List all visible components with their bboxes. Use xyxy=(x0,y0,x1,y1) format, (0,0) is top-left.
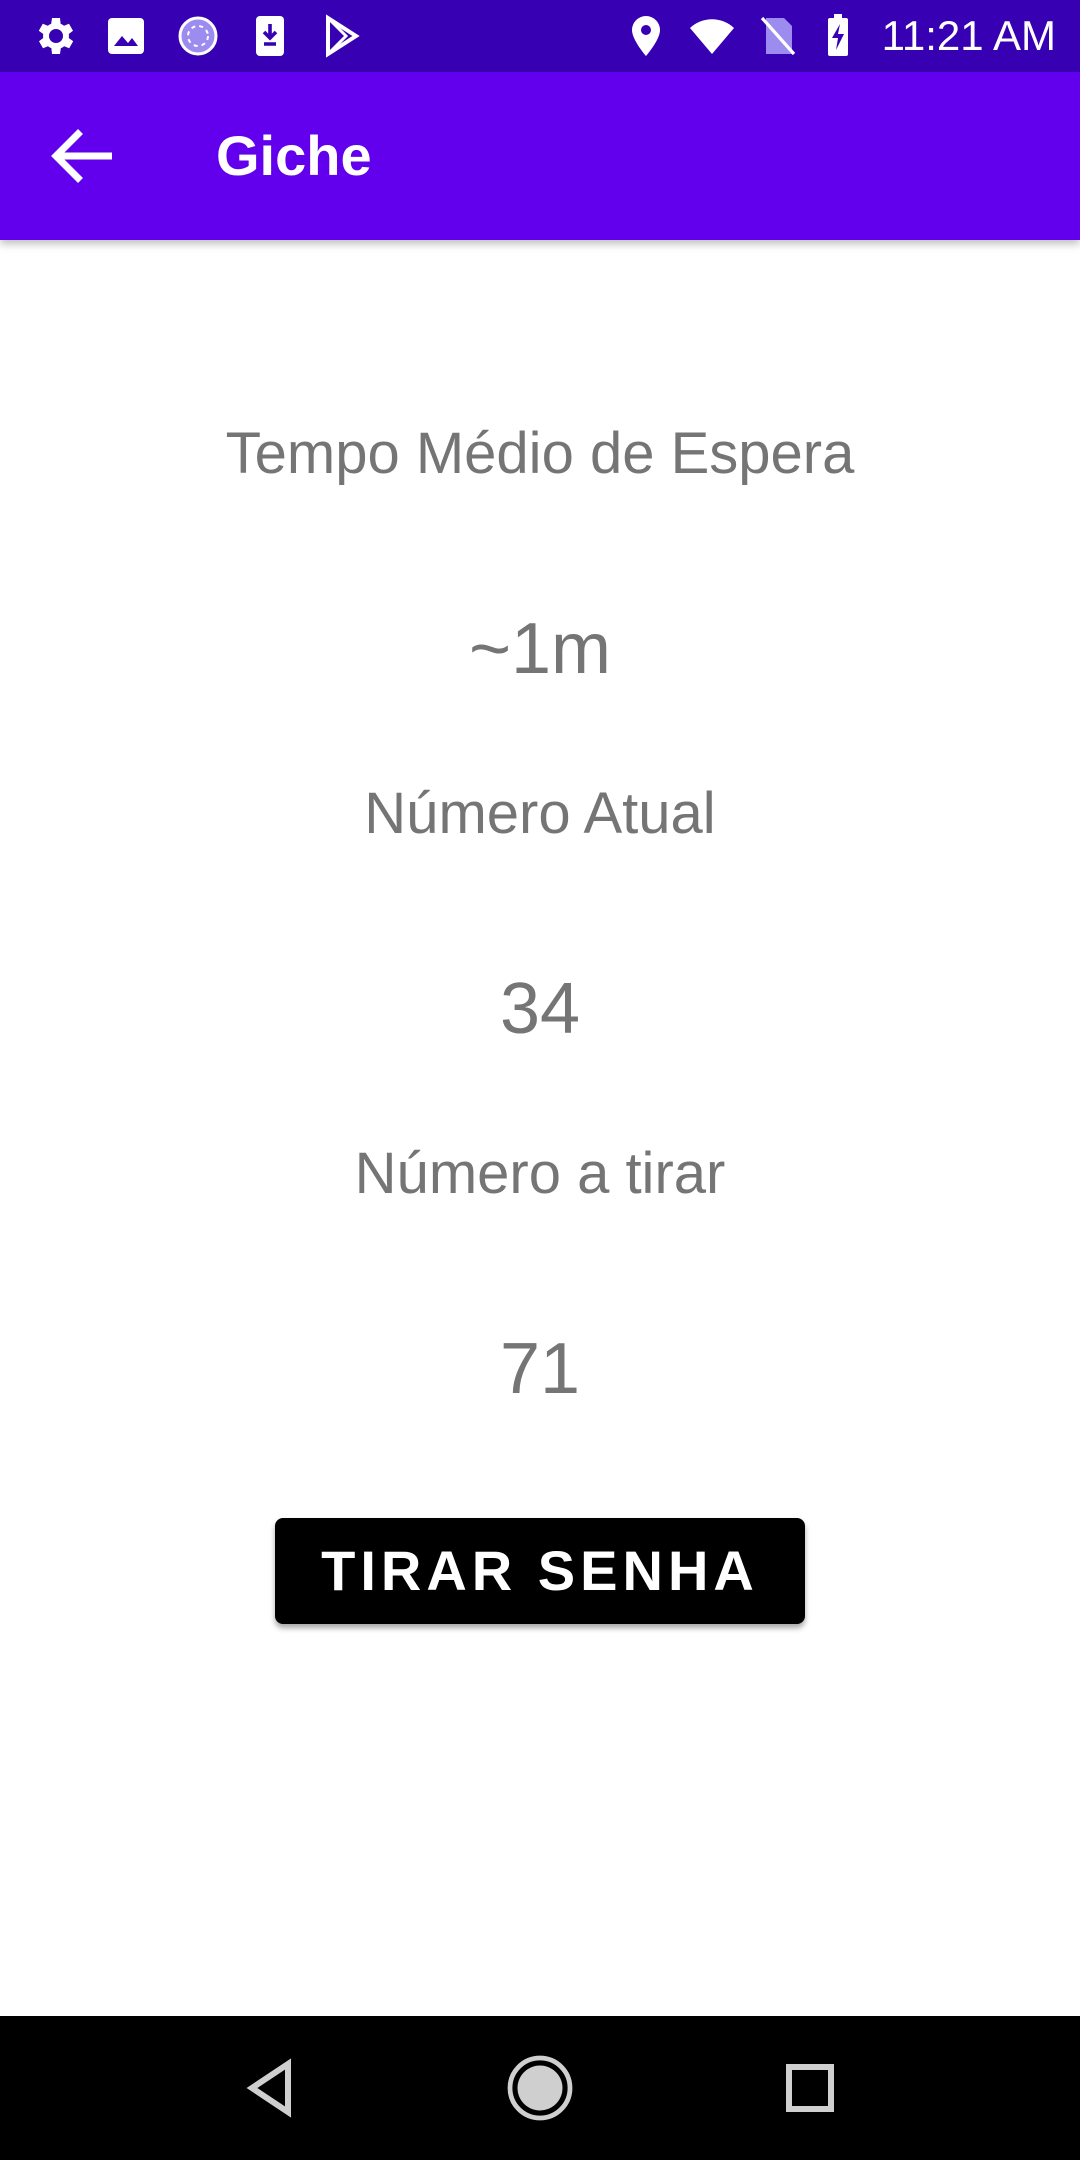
take-ticket-button[interactable]: TIRAR SENHA xyxy=(275,1518,805,1624)
battery-charging-icon xyxy=(828,14,848,56)
next-number-value: 71 xyxy=(499,1329,581,1409)
play-store-icon xyxy=(326,14,360,58)
page-title: Giche xyxy=(216,124,372,187)
sync-circle-icon xyxy=(178,16,218,56)
current-number-value: 34 xyxy=(499,969,581,1049)
wait-time-value: ~1m xyxy=(468,609,612,689)
app-bar: Giche xyxy=(0,72,1080,240)
wifi-icon xyxy=(690,19,734,54)
wait-time-label: Tempo Médio de Espera xyxy=(225,421,855,486)
current-number-label: Número Atual xyxy=(364,781,716,846)
gear-icon xyxy=(38,18,74,54)
recents-square-icon[interactable] xyxy=(774,2052,846,2124)
download-icon xyxy=(256,16,284,56)
no-sim-icon xyxy=(760,16,796,56)
home-circle-icon[interactable] xyxy=(504,2052,576,2124)
location-icon xyxy=(632,16,660,56)
next-number-label: Número a tirar xyxy=(354,1141,726,1206)
back-triangle-icon[interactable] xyxy=(234,2052,306,2124)
back-arrow-icon[interactable] xyxy=(42,114,126,198)
main-content: Tempo Médio de Espera ~1m Número Atual 3… xyxy=(0,240,1080,2016)
image-icon xyxy=(108,18,144,54)
navigation-bar xyxy=(0,2016,1080,2160)
status-time: 11:21 AM xyxy=(881,12,1056,59)
status-bar: 11:21 AM xyxy=(0,0,1080,72)
